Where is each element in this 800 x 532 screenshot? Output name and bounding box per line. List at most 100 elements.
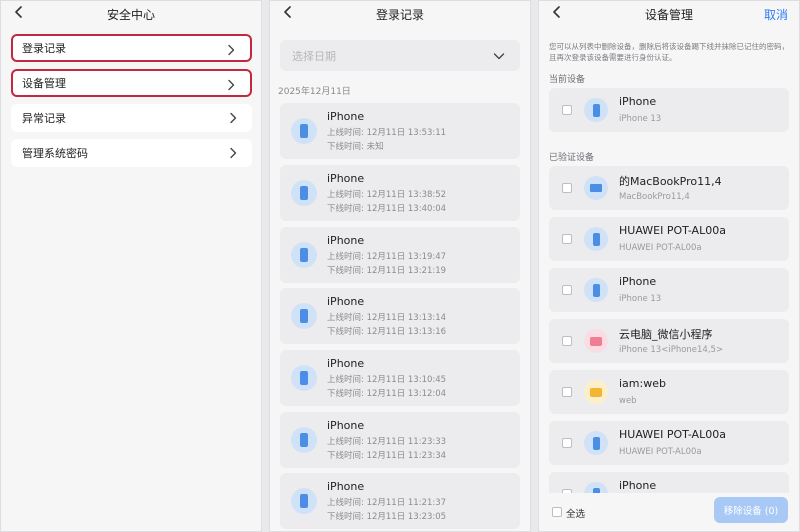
device-model: MacBookPro11,4 <box>619 192 690 202</box>
laptop-icon <box>584 176 608 200</box>
device-model: iPhone 13 <box>619 114 662 124</box>
date-group-heading: 2025年12月11日 <box>278 87 351 97</box>
device-checkbox[interactable] <box>562 183 572 193</box>
verified-devices-heading: 已验证设备 <box>549 153 595 163</box>
device-model: HUAWEI POT-AL00a <box>619 243 702 253</box>
login-record-card: iPhone 上线时间: 12月11日 13:53:11 下线时间: 未知 <box>280 103 520 159</box>
login-record-online-time: 上线时间: 12月11日 13:38:52 <box>327 190 447 200</box>
menu-item-abnormal-records[interactable]: 异常记录 <box>11 104 252 132</box>
device-checkbox[interactable] <box>562 387 572 397</box>
phone-icon <box>291 180 317 206</box>
login-record-device: iPhone <box>327 295 365 308</box>
menu-item-label: 异常记录 <box>22 112 66 125</box>
chevron-down-icon <box>493 53 505 60</box>
device-name: iPhone <box>619 275 657 288</box>
device-name: iam:web <box>619 377 666 390</box>
menu-item-device-management[interactable]: 设备管理 <box>11 69 252 97</box>
device-name: HUAWEI POT-AL00a <box>619 428 726 441</box>
web-icon <box>584 380 608 404</box>
device-checkbox[interactable] <box>562 234 572 244</box>
login-record-card: iPhone 上线时间: 12月11日 13:13:14 下线时间: 12月11… <box>280 288 520 344</box>
menu-item-login-records[interactable]: 登录记录 <box>11 34 252 62</box>
phone-icon <box>291 427 317 453</box>
phone-icon <box>584 98 608 122</box>
menu-item-label: 管理系统密码 <box>22 147 88 160</box>
login-record-offline-time: 下线时间: 12月11日 13:12:04 <box>327 389 447 399</box>
device-checkbox[interactable] <box>562 285 572 295</box>
page-title: 设备管理 <box>644 8 693 22</box>
device-model: web <box>619 396 637 406</box>
login-record-card: iPhone 上线时间: 12月11日 11:23:33 下线时间: 12月11… <box>280 412 520 468</box>
device-checkbox[interactable] <box>562 336 572 346</box>
page-title: 登录记录 <box>375 8 424 22</box>
device-card[interactable]: iPhone iPhone 13 <box>549 268 789 312</box>
login-record-card: iPhone 上线时间: 12月11日 13:19:47 下线时间: 12月11… <box>280 227 520 283</box>
device-card-current[interactable]: iPhone iPhone 13 <box>549 88 789 132</box>
current-device-heading: 当前设备 <box>549 75 586 85</box>
device-model: iPhone 13 <box>619 294 662 304</box>
chevron-right-icon <box>230 147 237 159</box>
login-record-offline-time: 下线时间: 12月11日 13:21:19 <box>327 266 447 276</box>
phone-icon <box>584 431 608 455</box>
login-record-card: iPhone 上线时间: 12月11日 13:10:45 下线时间: 12月11… <box>280 350 520 406</box>
security-center-screen: 安全中心 登录记录 设备管理 异常记录 管理系统密码 <box>0 0 262 532</box>
phone-icon <box>291 118 317 144</box>
cancel-button[interactable]: 取消 <box>764 6 788 23</box>
screenshot-stage: 安全中心 登录记录 设备管理 异常记录 管理系统密码 登录记录 选择日期 202… <box>0 0 800 532</box>
device-name: iPhone <box>619 479 657 492</box>
login-record-offline-time: 下线时间: 未知 <box>327 142 384 152</box>
login-record-card: iPhone 上线时间: 12月11日 11:21:37 下线时间: 12月11… <box>280 473 520 529</box>
phone-icon <box>291 303 317 329</box>
device-model: iPhone 13<iPhone14,5> <box>619 345 724 355</box>
login-record-device: iPhone <box>327 357 365 370</box>
device-card[interactable]: HUAWEI POT-AL00a HUAWEI POT-AL00a <box>549 421 789 465</box>
device-name: iPhone <box>619 95 657 108</box>
login-record-online-time: 上线时间: 12月11日 13:13:14 <box>327 313 447 323</box>
menu-item-label: 登录记录 <box>22 42 66 55</box>
phone-icon <box>291 365 317 391</box>
device-card[interactable]: 的MacBookPro11,4 MacBookPro11,4 <box>549 166 789 210</box>
login-record-offline-time: 下线时间: 12月11日 13:23:05 <box>327 512 447 522</box>
phone-icon <box>584 227 608 251</box>
login-record-online-time: 上线时间: 12月11日 13:53:11 <box>327 128 447 138</box>
device-name: 的MacBookPro11,4 <box>619 175 722 188</box>
login-record-device: iPhone <box>327 480 365 493</box>
device-model: HUAWEI POT-AL00a <box>619 447 702 457</box>
select-all-checkbox[interactable] <box>552 507 562 517</box>
login-record-device: iPhone <box>327 234 365 247</box>
device-name: HUAWEI POT-AL00a <box>619 224 726 237</box>
remove-devices-button[interactable]: 移除设备 (0) <box>714 497 788 523</box>
chevron-right-icon <box>230 112 237 124</box>
device-checkbox[interactable] <box>562 438 572 448</box>
phone-icon <box>584 278 608 302</box>
login-record-offline-time: 下线时间: 12月11日 11:23:34 <box>327 451 447 461</box>
nav-bar: 设备管理 取消 <box>539 1 799 29</box>
login-record-device: iPhone <box>327 172 365 185</box>
menu-item-manage-system-password[interactable]: 管理系统密码 <box>11 139 252 167</box>
device-card[interactable]: HUAWEI POT-AL00a HUAWEI POT-AL00a <box>549 217 789 261</box>
date-picker[interactable]: 选择日期 <box>280 40 520 71</box>
login-record-offline-time: 下线时间: 12月11日 13:13:16 <box>327 327 447 337</box>
login-record-device: iPhone <box>327 419 365 432</box>
login-record-device: iPhone <box>327 110 365 123</box>
login-record-online-time: 上线时间: 12月11日 13:19:47 <box>327 252 447 262</box>
bottom-action-bar: 全选 移除设备 (0) <box>539 493 799 531</box>
device-checkbox[interactable] <box>562 105 572 115</box>
nav-bar: 安全中心 <box>1 1 261 29</box>
device-card[interactable]: iam:web web <box>549 370 789 414</box>
phone-icon <box>291 242 317 268</box>
device-card[interactable]: 云电脑_微信小程序 iPhone 13<iPhone14,5> <box>549 319 789 363</box>
device-removal-notice: 您可以从列表中删除设备，删除后将该设备踢下线并抹除已记住的密码，且再次登录该设备… <box>549 42 789 62</box>
menu-item-label: 设备管理 <box>22 77 66 90</box>
select-all-label[interactable]: 全选 <box>566 506 585 520</box>
date-picker-placeholder: 选择日期 <box>292 50 336 63</box>
page-title: 安全中心 <box>106 8 155 22</box>
phone-icon <box>291 488 317 514</box>
login-record-online-time: 上线时间: 12月11日 13:10:45 <box>327 375 447 385</box>
chevron-right-icon <box>228 44 235 56</box>
device-name: 云电脑_微信小程序 <box>619 328 713 341</box>
nav-bar: 登录记录 <box>270 1 530 29</box>
login-record-card: iPhone 上线时间: 12月11日 13:38:52 下线时间: 12月11… <box>280 165 520 221</box>
chevron-right-icon <box>228 79 235 91</box>
login-record-online-time: 上线时间: 12月11日 11:23:33 <box>327 437 447 447</box>
